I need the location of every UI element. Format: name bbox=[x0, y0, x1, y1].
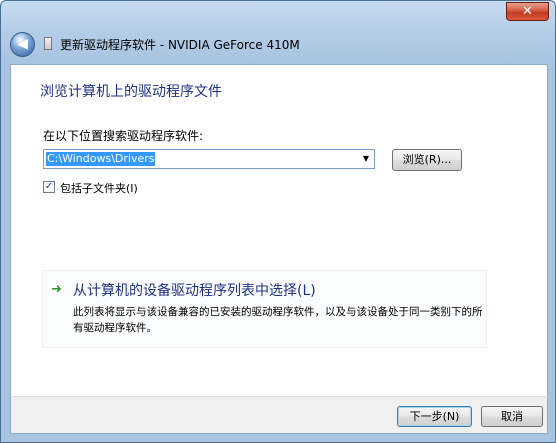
back-button[interactable]: ◀ bbox=[10, 32, 35, 57]
pick-from-list-link[interactable]: 从计算机的设备驱动程序列表中选择(L) bbox=[73, 280, 316, 300]
search-path-combobox[interactable]: C:\Windows\Drivers ▼ bbox=[43, 149, 375, 169]
include-subfolders-checkbox[interactable]: ✓ bbox=[43, 181, 55, 193]
cancel-button[interactable]: 取消 bbox=[481, 406, 543, 427]
pick-from-list-description: 此列表将显示与该设备兼容的已安装的驱动程序软件，以及与该设备处于同一类别下的所有… bbox=[73, 306, 483, 334]
include-subfolders-label[interactable]: 包括子文件夹(I) bbox=[60, 180, 138, 196]
check-icon: ✓ bbox=[44, 181, 54, 192]
window-title: 更新驱动程序软件 - NVIDIA GeForce 410M bbox=[60, 38, 300, 52]
close-icon: ✕ bbox=[522, 4, 533, 19]
green-arrow-icon: ➜ bbox=[51, 282, 62, 297]
browse-button[interactable]: 浏览(R)... bbox=[392, 149, 462, 171]
page-heading: 浏览计算机上的驱动程序文件 bbox=[40, 84, 222, 100]
close-button[interactable]: ✕ bbox=[506, 2, 549, 21]
content-panel: 浏览计算机上的驱动程序文件 在以下位置搜索驱动程序软件: C:\Windows\… bbox=[10, 64, 548, 396]
next-button[interactable]: 下一步(N) bbox=[397, 406, 472, 427]
back-arrow-icon: ◀ bbox=[17, 36, 28, 52]
button-bar: 下一步(N) 取消 bbox=[10, 396, 548, 434]
chevron-down-icon[interactable]: ▼ bbox=[358, 150, 374, 168]
update-driver-window: ✕ ◀ 更新驱动程序软件 - NVIDIA GeForce 410M 浏览计算机… bbox=[0, 0, 556, 443]
device-icon bbox=[44, 37, 52, 50]
search-location-label: 在以下位置搜索驱动程序软件: bbox=[43, 129, 204, 143]
pick-from-list-option[interactable]: ➜ 从计算机的设备驱动程序列表中选择(L) 此列表将显示与该设备兼容的已安装的驱… bbox=[42, 270, 487, 348]
search-path-value[interactable]: C:\Windows\Drivers bbox=[46, 152, 156, 166]
